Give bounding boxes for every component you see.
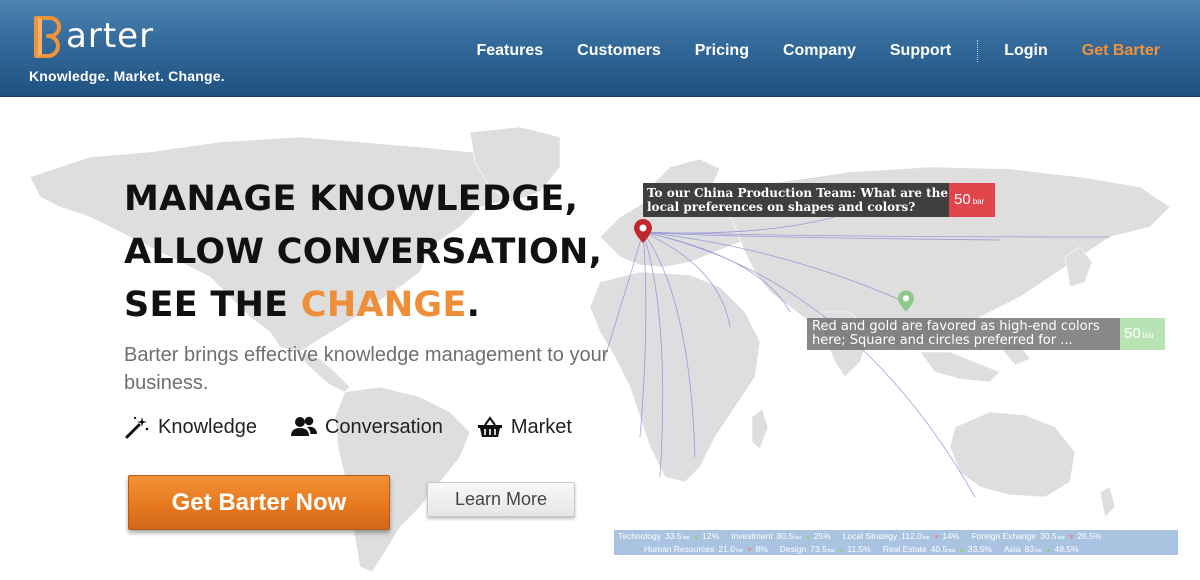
nav-divider	[977, 40, 979, 62]
hero-subtext: Barter brings effective knowledge manage…	[124, 344, 609, 394]
ticker-row-1: Technology 33.5bar ▲ 12% Investment 80.5bar…	[618, 531, 1174, 544]
logo-wordmark: arter	[66, 16, 155, 56]
magic-wand-icon	[125, 416, 149, 439]
bar-value: 50	[954, 191, 971, 208]
nav-customers[interactable]: Customers	[577, 42, 661, 60]
market-ticker: Technology 33.5bar ▲ 12% Investment 80.5bar…	[614, 530, 1178, 555]
ticker-item: Technology 33.5bar ▲ 12%	[618, 531, 720, 541]
headline-suffix: .	[466, 285, 481, 325]
tagline: Knowledge. Market. Change.	[29, 68, 225, 84]
question-callout[interactable]: To our China Production Team: What are t…	[643, 183, 949, 217]
nav-pricing[interactable]: Pricing	[695, 42, 749, 60]
feature-market: Market	[477, 415, 572, 439]
nav-login[interactable]: Login	[1004, 42, 1048, 60]
headline-line-2: ALLOW CONVERSATION,	[124, 232, 603, 272]
nav-support[interactable]: Support	[890, 42, 951, 60]
basket-icon	[477, 416, 502, 437]
answer-bar-badge: 50 bar	[1120, 318, 1165, 350]
headline-line-1: MANAGE KNOWLEDGE,	[124, 179, 579, 219]
question-bar-badge: 50 bar	[949, 183, 995, 217]
ticker-item: Asia 83bar ▲ 48.5%	[1003, 544, 1079, 554]
ticker-item: Real Estate 40.5bar ▲ 33.5%	[882, 544, 992, 554]
headline-prefix: SEE THE	[124, 285, 301, 325]
ticker-item: Foreign Exhange 30.5bar ▼ 28.5%	[971, 531, 1102, 541]
nav-company[interactable]: Company	[783, 42, 856, 60]
feature-label: Market	[510, 415, 572, 438]
ticker-item: Design 73.5bar ▲ 11.5%	[779, 544, 871, 554]
answer-callout[interactable]: Red and gold are favored as high-end col…	[807, 318, 1120, 350]
feature-label: Knowledge	[158, 415, 257, 438]
logo-b-icon	[34, 16, 61, 58]
ticker-item: Investment 80.5bar ▲ 25%	[731, 531, 831, 541]
barter-logo[interactable]: arter	[30, 12, 190, 62]
hero-headline: MANAGE KNOWLEDGE, ALLOW CONVERSATION, SE…	[124, 173, 644, 332]
nav-get-barter[interactable]: Get Barter	[1082, 42, 1160, 60]
feature-list: Knowledge Conversation Market	[124, 415, 606, 439]
bar-value: 50	[1124, 325, 1141, 342]
feature-knowledge: Knowledge	[124, 415, 257, 439]
headline-line-3: SEE THE CHANGE.	[124, 279, 644, 332]
map-pin-green-icon[interactable]	[898, 290, 914, 312]
get-barter-now-button[interactable]: Get Barter Now	[128, 475, 390, 530]
nav-features[interactable]: Features	[476, 42, 543, 60]
site-header: arter Knowledge. Market. Change. Feature…	[0, 0, 1200, 97]
hero-section: To our China Production Team: What are t…	[0, 97, 1200, 580]
ticker-item: Local Strategy 112.0bar ▼ 14%	[842, 531, 960, 541]
main-nav: Features Customers Pricing Company Suppo…	[476, 40, 1160, 62]
users-icon	[290, 416, 317, 436]
learn-more-button[interactable]: Learn More	[427, 482, 575, 517]
ticker-row-2: Human Resources 21.0bar ▼ 8% Design 73.5bar…	[618, 544, 1174, 557]
headline-accent: CHANGE	[300, 285, 467, 325]
ticker-item: Human Resources 21.0bar ▼ 8%	[644, 544, 768, 554]
feature-label: Conversation	[324, 415, 443, 438]
bar-unit: bar	[1142, 331, 1155, 340]
feature-conversation: Conversation	[290, 415, 443, 439]
bar-unit: bar	[972, 197, 985, 206]
